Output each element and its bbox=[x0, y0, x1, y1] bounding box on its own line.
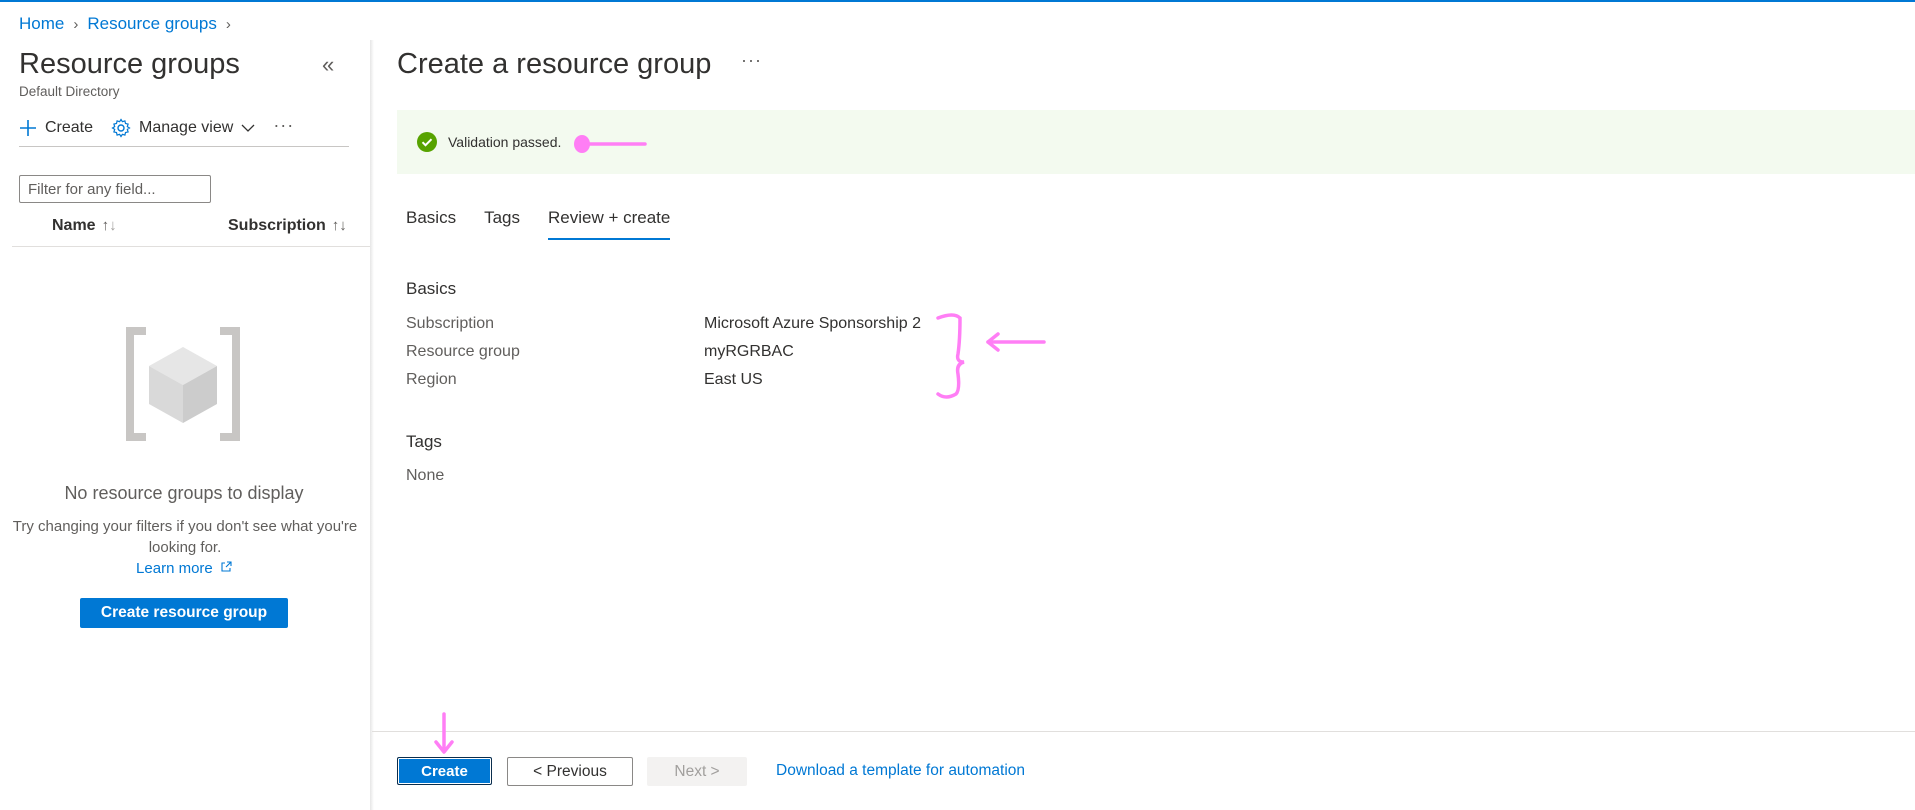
grid-header: Name ↑↓ Subscription ↑↓ bbox=[12, 208, 370, 247]
chevron-right-icon: › bbox=[225, 15, 231, 33]
column-name-label: Name bbox=[52, 217, 96, 234]
manage-view-button[interactable]: Manage view bbox=[111, 118, 255, 138]
sort-ascending-icon: ↑↓ bbox=[101, 217, 117, 234]
external-link-icon bbox=[221, 561, 232, 572]
blade-divider bbox=[370, 40, 374, 810]
region-value: East US bbox=[704, 371, 763, 388]
column-subscription-label: Subscription bbox=[228, 217, 326, 234]
tags-section-title: Tags bbox=[406, 432, 442, 451]
column-header-subscription[interactable]: Subscription ↑↓ bbox=[228, 217, 347, 235]
breadcrumb-resource-groups[interactable]: Resource groups bbox=[87, 14, 216, 34]
resource-group-value: myRGRBAC bbox=[704, 343, 794, 360]
gear-icon bbox=[111, 118, 131, 138]
left-blade-title: Resource groups bbox=[19, 48, 240, 80]
chevron-down-icon bbox=[241, 124, 255, 132]
sort-icon: ↑↓ bbox=[331, 217, 347, 234]
breadcrumb-home[interactable]: Home bbox=[19, 14, 64, 34]
create-resource-group-button[interactable]: Create resource group bbox=[80, 598, 288, 628]
resource-group-label: Resource group bbox=[406, 343, 520, 360]
annotation-brace-basics bbox=[936, 313, 1046, 399]
basics-section-title: Basics bbox=[406, 279, 457, 298]
previous-button[interactable]: < Previous bbox=[507, 757, 633, 786]
create-button[interactable]: Create bbox=[397, 757, 492, 785]
chevron-right-icon: › bbox=[73, 15, 79, 33]
annotation-arrow-create bbox=[434, 712, 454, 754]
tags-value: None bbox=[406, 467, 445, 484]
resource-groups-blade: Resource groups Default Directory « Crea… bbox=[0, 40, 372, 810]
left-toolbar: Create Manage view ··· bbox=[19, 110, 349, 147]
manage-view-label: Manage view bbox=[139, 119, 234, 136]
tab-tags[interactable]: Tags bbox=[484, 208, 520, 240]
region-label: Region bbox=[406, 371, 457, 388]
tab-review-create[interactable]: Review + create bbox=[548, 208, 671, 240]
wizard-tabs: Basics Tags Review + create bbox=[406, 208, 698, 240]
more-actions-icon[interactable]: ··· bbox=[273, 115, 294, 136]
resource-group-empty-icon bbox=[126, 327, 240, 441]
more-options-icon[interactable]: ··· bbox=[741, 50, 762, 71]
empty-state-title: No resource groups to display bbox=[64, 483, 304, 503]
next-button[interactable]: Next > bbox=[647, 757, 747, 786]
create-toolbar-label: Create bbox=[45, 119, 94, 136]
directory-subtitle: Default Directory bbox=[19, 84, 120, 99]
subscription-label: Subscription bbox=[406, 315, 495, 332]
filter-input[interactable] bbox=[19, 175, 211, 203]
subscription-value: Microsoft Azure Sponsorship 2 bbox=[704, 315, 921, 332]
footer-divider bbox=[372, 731, 1915, 732]
page-title: Create a resource group bbox=[397, 48, 712, 80]
breadcrumb: Home › Resource groups › bbox=[19, 14, 240, 34]
plus-icon bbox=[20, 120, 36, 136]
top-accent-line bbox=[0, 0, 1915, 2]
tab-basics[interactable]: Basics bbox=[406, 208, 456, 240]
validation-message: Validation passed. bbox=[448, 134, 562, 150]
learn-more-label: Learn more bbox=[136, 560, 213, 577]
create-toolbar-button[interactable]: Create bbox=[19, 119, 93, 137]
collapse-icon[interactable]: « bbox=[322, 52, 334, 78]
empty-state-description: Try changing your filters if you don't s… bbox=[12, 518, 358, 556]
download-template-link[interactable]: Download a template for automation bbox=[776, 762, 1025, 780]
column-header-name[interactable]: Name ↑↓ bbox=[52, 217, 117, 235]
success-check-icon bbox=[417, 132, 437, 152]
learn-more-link[interactable]: Learn more bbox=[0, 560, 368, 577]
annotation-arrow-validation bbox=[574, 135, 647, 153]
